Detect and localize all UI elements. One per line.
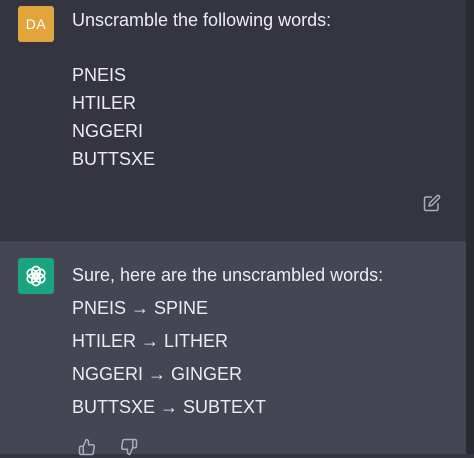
thumbs-up-button[interactable] [76,436,98,458]
unscrambled-answer: PNEIS → SPINE [72,298,209,318]
unscrambled-answer: NGGERI → GINGER [72,364,243,384]
assistant-avatar [18,258,54,294]
edit-message-button[interactable] [421,192,443,214]
thumbs-down-button[interactable] [118,436,140,458]
scrambled-word: HTILER [72,93,137,113]
scrambled-word: PNEIS [72,65,127,85]
edit-icon [423,194,441,212]
assistant-message-intro: Sure, here are the unscrambled words: [72,265,384,285]
unscrambled-answer: HTILER → LITHER [72,331,229,351]
unscrambled-answer: BUTTSXE → SUBTEXT [72,397,267,417]
scrambled-word: NGGERI [72,121,144,141]
openai-logo-icon [26,265,46,287]
user-avatar-initials: DA [25,16,47,32]
user-avatar: DA [18,6,54,42]
scrambled-word: BUTTSXE [72,149,156,169]
user-message-intro: Unscramble the following words: [72,10,332,30]
scrollbar-track[interactable] [466,0,474,454]
thumbs-down-icon [121,438,138,456]
thumbs-up-icon [78,438,95,456]
